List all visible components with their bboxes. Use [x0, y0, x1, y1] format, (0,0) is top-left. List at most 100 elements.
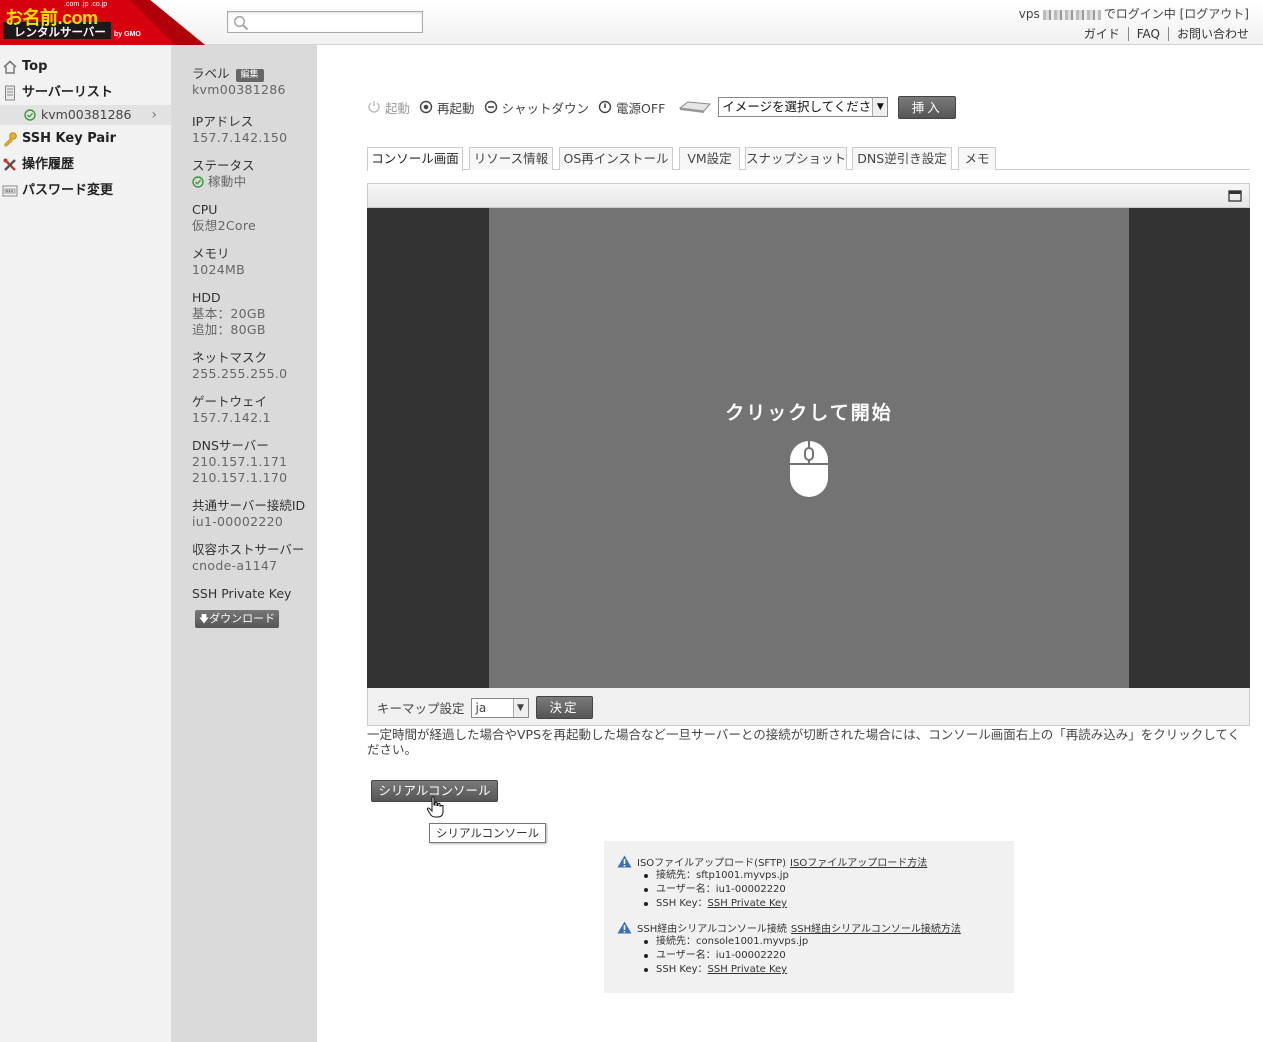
- power-off-radio[interactable]: 電源OFF: [598, 98, 665, 117]
- serial-console-tooltip: シリアルコンソール: [429, 823, 547, 843]
- sidebar-item-label: サーバーリスト: [22, 85, 113, 100]
- sidebar: Top サーバーリスト kvm00381286 › SSH Key Pair 操…: [0, 45, 172, 1042]
- console-screen[interactable]: クリックして開始: [367, 208, 1250, 688]
- decide-button[interactable]: 決定: [535, 696, 593, 719]
- power-off-label: 電源OFF: [616, 100, 666, 116]
- sidebar-item-label: kvm00381286: [41, 107, 132, 122]
- start-label: 起動: [385, 100, 411, 116]
- chevron-right-icon: ›: [151, 107, 157, 123]
- mouse-icon: [790, 441, 828, 497]
- image-select[interactable]: イメージを選択してください ▼: [718, 97, 889, 117]
- tab-dns-reverse[interactable]: DNS逆引き設定: [852, 147, 952, 170]
- sidebar-item-label: SSH Key Pair: [22, 131, 117, 146]
- disc-drive-icon: [678, 101, 712, 113]
- download-button[interactable]: 🡇ダウンロード: [195, 610, 279, 628]
- sidebar-item-server-kvm[interactable]: kvm00381286 ›: [0, 105, 171, 125]
- server-list-icon: [5, 85, 15, 101]
- list-item: SSH Key：SSH Private Key: [642, 963, 808, 977]
- tab-os-reinstall[interactable]: OS再インストール: [559, 147, 673, 170]
- status-value: 稼動中: [208, 174, 247, 189]
- console-canvas[interactable]: クリックして開始: [489, 208, 1129, 688]
- hand-cursor-icon: [426, 796, 444, 818]
- home-icon: [3, 60, 17, 74]
- fullscreen-icon[interactable]: [1228, 190, 1242, 202]
- login-status: でログイン中: [1103, 7, 1176, 21]
- keymap-value: ja: [475, 700, 487, 715]
- iso-upload-link[interactable]: ISOファイルアップロード方法: [790, 854, 927, 869]
- list-item: 接続先：sftp1001.myvps.jp: [642, 869, 789, 883]
- keymap-label: キーマップ設定: [377, 701, 465, 716]
- hdd-add: 追加：80GB: [192, 322, 266, 337]
- warning-icon: [617, 921, 632, 934]
- tab-snapshot[interactable]: スナップショット: [745, 147, 847, 170]
- click-to-start-text: クリックして開始: [725, 402, 893, 424]
- guide-link[interactable]: ガイド: [1076, 27, 1128, 41]
- sidebar-item-label: 操作履歴: [22, 157, 75, 172]
- console-frame: クリックして開始 キーマップ設定 ja ▼ 決定: [367, 183, 1250, 726]
- host-title: 収容ホストサーバー: [192, 542, 305, 557]
- masked-username: [1042, 9, 1101, 20]
- list-item: ユーザー名：iu1-00002220: [642, 949, 808, 963]
- keymap-controls: キーマップ設定 ja ▼ 決定: [377, 696, 593, 719]
- ssh-key-prefix: SSH Key：: [656, 898, 708, 909]
- power-start-icon: [368, 101, 380, 113]
- netmask-value: 255.255.255.0: [192, 366, 288, 381]
- password-icon: [2, 185, 18, 197]
- search-input[interactable]: [227, 11, 423, 33]
- sidebar-item-ssh-key-pair[interactable]: SSH Key Pair: [0, 127, 171, 151]
- header-links: ガイド FAQ お問い合わせ: [1019, 25, 1249, 44]
- ssh-private-key-link[interactable]: SSH Private Key: [708, 898, 788, 909]
- status-ok-icon: [192, 176, 204, 188]
- sidebar-item-password[interactable]: パスワード変更: [0, 179, 171, 203]
- dns-title: DNSサーバー: [192, 438, 269, 453]
- onamae-logo[interactable]: .com .jp .co.jp お名前.com レンタルサーバー by GMO: [0, 0, 205, 45]
- shutdown-label: シャットダウン: [501, 100, 590, 116]
- sidebar-item-top[interactable]: Top: [0, 55, 171, 79]
- label-title: ラベル: [192, 66, 230, 81]
- serial-ssh-link[interactable]: SSH経由シリアルコンソール接続方法: [791, 920, 961, 935]
- tab-console[interactable]: コンソール画面: [367, 147, 463, 171]
- shared-id-value: iu1-00002220: [192, 514, 284, 529]
- sidebar-item-label: パスワード変更: [22, 183, 114, 198]
- restart-label: 再起動: [437, 100, 475, 116]
- contact-link[interactable]: お問い合わせ: [1167, 27, 1249, 41]
- hdd-title: HDD: [192, 290, 221, 305]
- tab-vm-settings[interactable]: VM設定: [679, 147, 740, 170]
- edit-label-button[interactable]: 編集: [235, 69, 264, 82]
- faq-link[interactable]: FAQ: [1127, 27, 1168, 41]
- tab-bar: コンソール画面 リソース情報 OS再インストール VM設定 スナップショット D…: [367, 147, 1250, 171]
- gateway-title: ゲートウェイ: [192, 394, 268, 409]
- sidebar-item-server-list[interactable]: サーバーリスト: [0, 81, 171, 105]
- restart-icon: [419, 100, 433, 114]
- ssh-key-prefix: SSH Key：: [656, 964, 708, 975]
- tab-resource-info[interactable]: リソース情報: [469, 147, 553, 170]
- insert-button[interactable]: 挿入: [898, 95, 957, 119]
- key-icon: [4, 132, 17, 147]
- reconnect-note: 一定時間が経過した場合やVPSを再起動した場合など一旦サーバーとの接続が切断され…: [367, 727, 1241, 757]
- cpu-title: CPU: [192, 202, 218, 217]
- serial-connection-list: 接続先：console1001.myvps.jp ユーザー名：iu1-00002…: [642, 935, 808, 977]
- list-item: ユーザー名：iu1-00002220: [642, 883, 789, 897]
- chevron-down-icon: ▼: [512, 698, 528, 717]
- ssh-private-key-link[interactable]: SSH Private Key: [708, 964, 788, 975]
- main-content: 起動 再起動 シャットダウン 電源OFF イメージを選択してください ▼ 挿入 …: [317, 45, 1263, 1042]
- image-select-value: イメージを選択してください: [722, 99, 884, 114]
- power-controls: 起動 再起動 シャットダウン 電源OFF イメージを選択してください ▼ 挿入: [367, 95, 957, 119]
- connection-info-box: ISOファイルアップロード(SFTP) ISOファイルアップロード方法 接続先：…: [604, 841, 1014, 993]
- list-item: 接続先：console1001.myvps.jp: [642, 935, 808, 949]
- tools-icon: [3, 158, 16, 171]
- sidebar-item-history[interactable]: 操作履歴: [0, 153, 171, 177]
- search-icon: [233, 15, 249, 31]
- tab-memo[interactable]: メモ: [958, 147, 996, 170]
- user-prefix: vps: [1018, 7, 1040, 21]
- download-icon: 🡇: [198, 614, 210, 625]
- start-radio[interactable]: 起動: [367, 98, 410, 117]
- user-area: vps でログイン中 [ログアウト] ガイド FAQ お問い合わせ: [1019, 5, 1249, 44]
- header: .com .jp .co.jp お名前.com レンタルサーバー by GMO …: [0, 0, 1263, 45]
- logout-link[interactable]: [ログアウト]: [1180, 5, 1249, 24]
- list-item: SSH Key：SSH Private Key: [642, 897, 789, 911]
- serial-ssh-title: SSH経由シリアルコンソール接続: [637, 924, 787, 935]
- restart-radio[interactable]: 再起動: [419, 98, 475, 117]
- keymap-select[interactable]: ja ▼: [470, 697, 529, 718]
- shutdown-radio[interactable]: シャットダウン: [484, 98, 590, 117]
